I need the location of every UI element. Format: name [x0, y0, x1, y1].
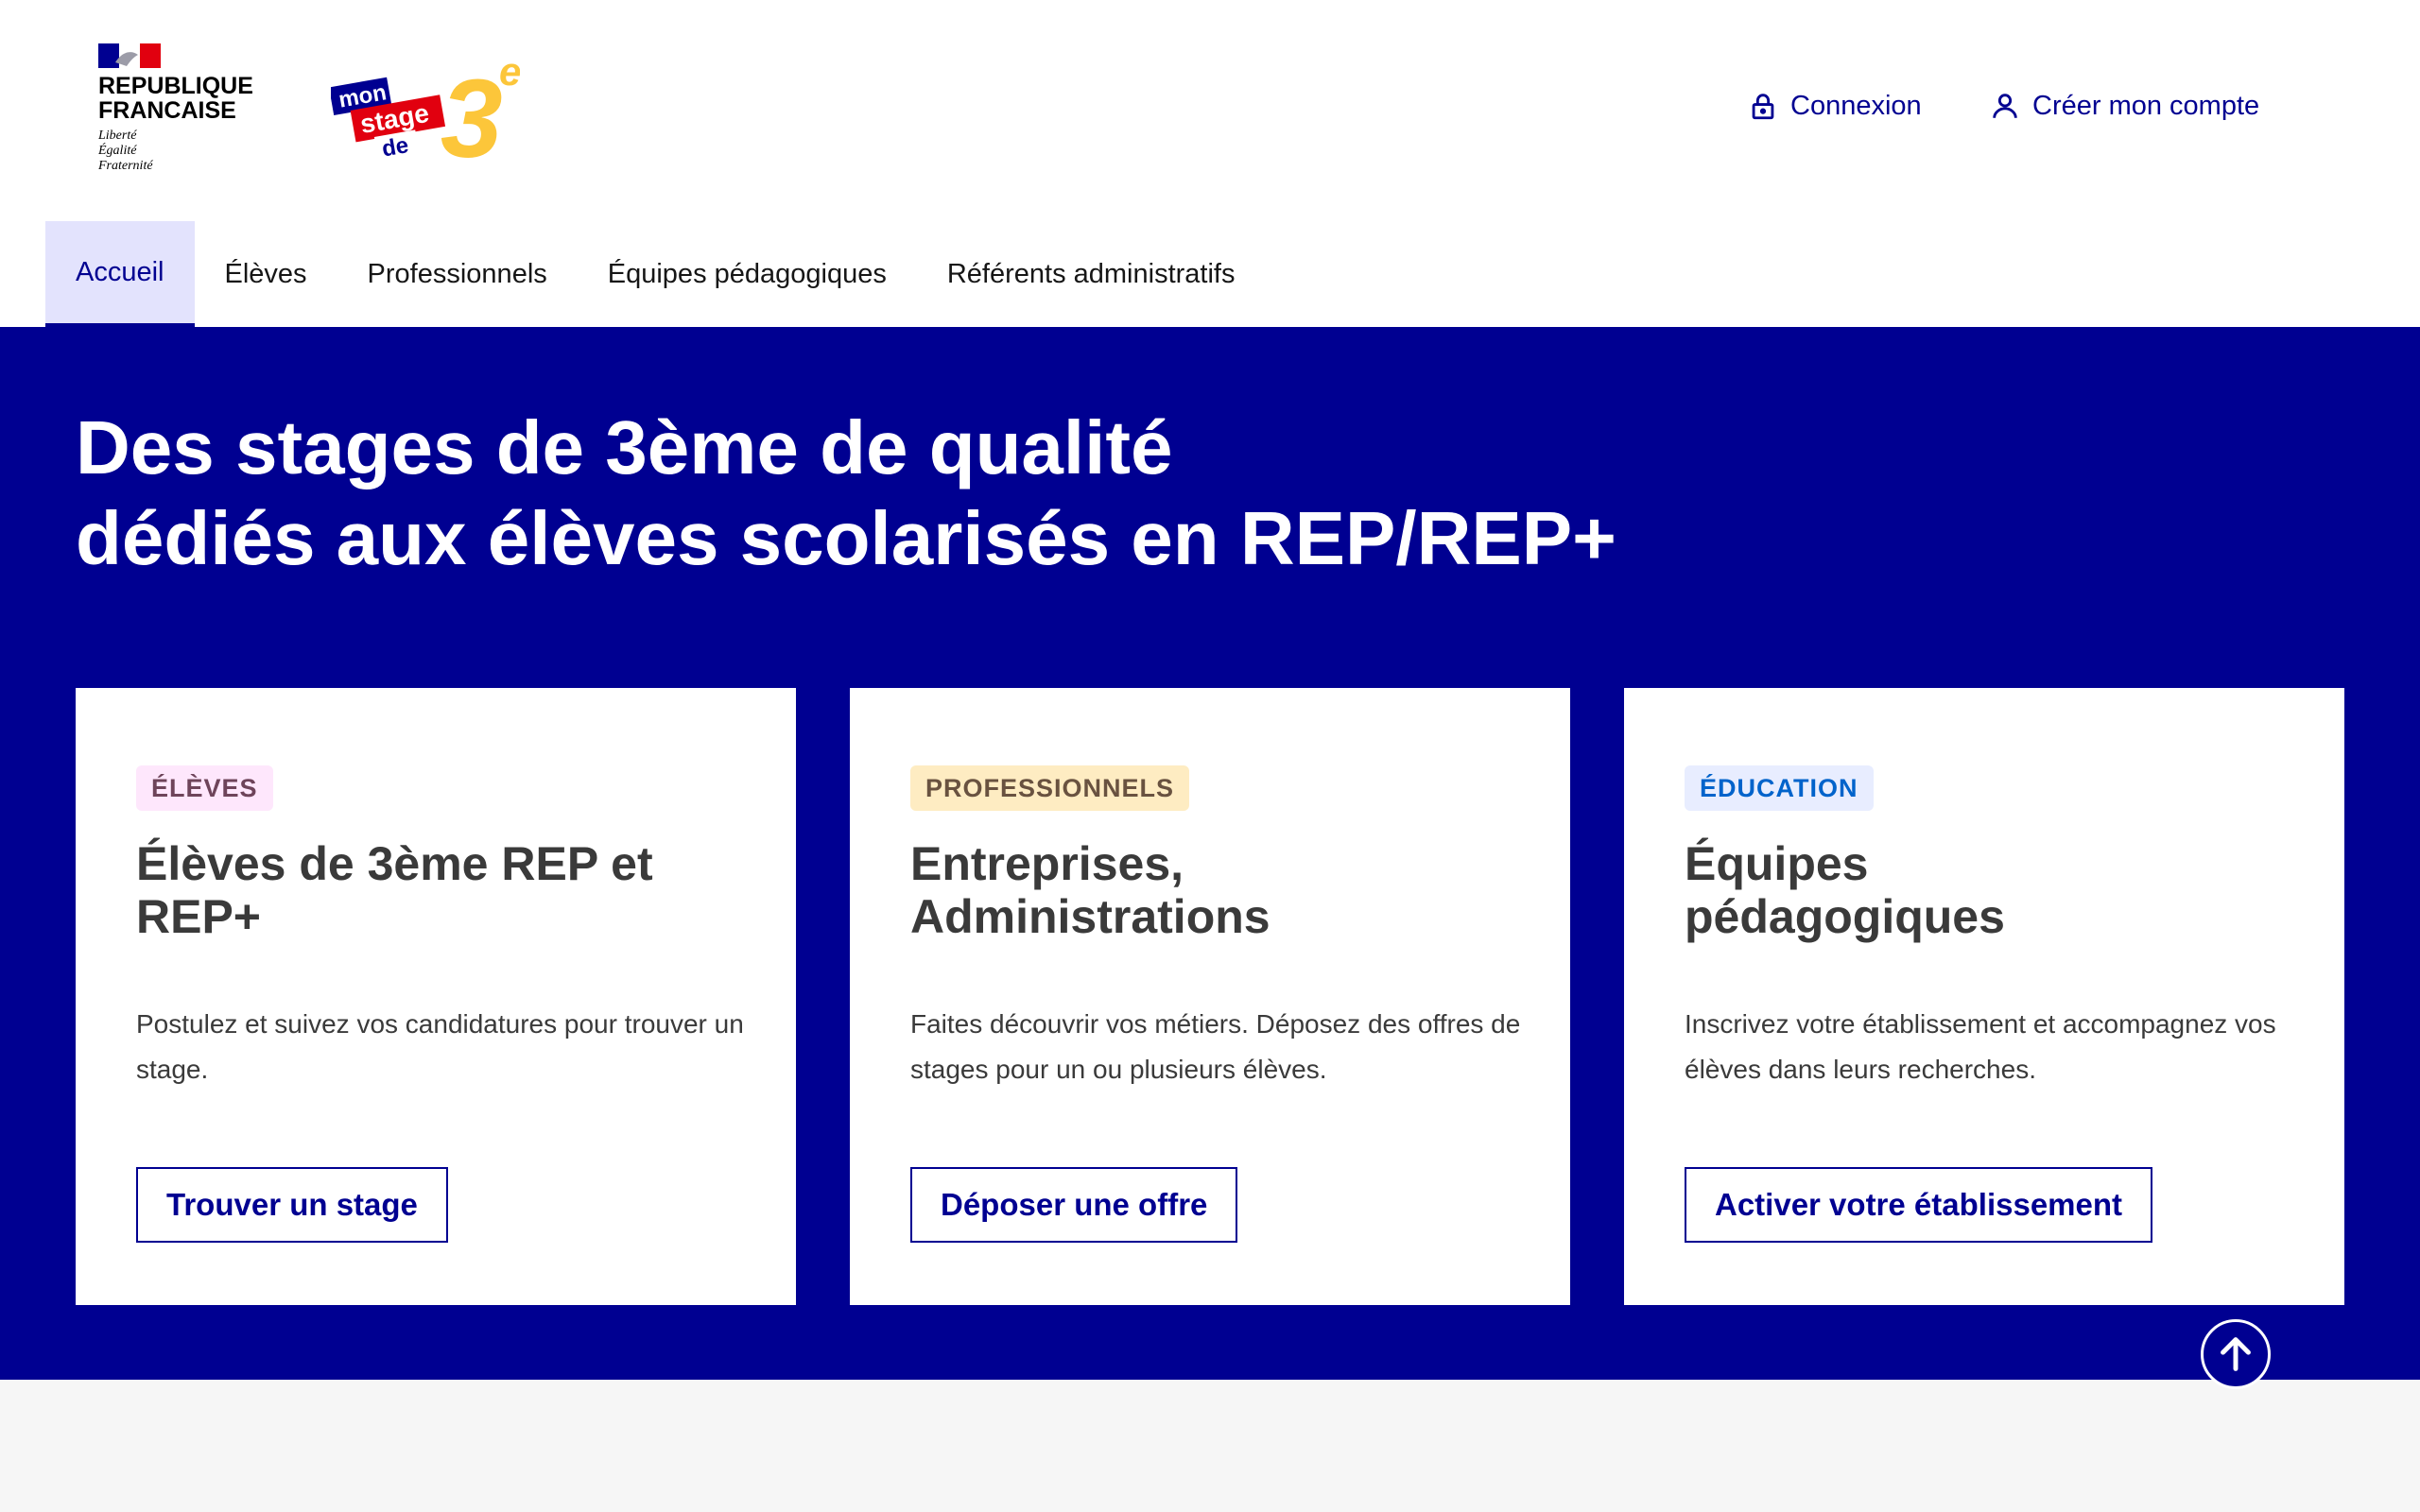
- card-title: Entreprises, Administrations: [910, 837, 1270, 943]
- hero-title: Des stages de 3ème de qualité dédiés aux…: [76, 405, 1616, 580]
- arrow-up-icon: [2221, 1337, 2251, 1371]
- site-header: REPUBLIQUE FRANCAISE Liberté Égalité Fra…: [0, 0, 2420, 327]
- card-description: Inscrivez votre établissement et accompa…: [1685, 1009, 2276, 1084]
- activate-school-button[interactable]: Activer votre établissement: [1685, 1167, 2153, 1243]
- find-internship-button[interactable]: Trouver un stage: [136, 1167, 448, 1243]
- create-account-link[interactable]: Créer mon compte: [1989, 85, 2259, 127]
- card-description: Postulez et suivez vos candidatures pour…: [136, 1009, 744, 1084]
- nav-item-accueil[interactable]: Accueil: [45, 221, 195, 327]
- card-badge: ÉLÈVES: [136, 765, 273, 811]
- nav-item-eleves[interactable]: Élèves: [195, 221, 337, 327]
- card-title: Élèves de 3ème REP et REP+: [136, 837, 653, 943]
- marianne-icon: [98, 43, 161, 68]
- user-icon: [1993, 94, 2017, 118]
- create-account-label: Créer mon compte: [2032, 90, 2260, 121]
- card-eleves: ÉLÈVES Élèves de 3ème REP et REP+ Postul…: [76, 688, 796, 1305]
- logo-suffix: e: [499, 57, 520, 94]
- logo-level: 3: [441, 57, 503, 166]
- mon-stage-de-3e-logo[interactable]: 3 e mon stage de: [331, 57, 520, 166]
- republique-francaise-logo[interactable]: REPUBLIQUE FRANCAISE Liberté Égalité Fra…: [98, 43, 268, 185]
- card-title: Équipes pédagogiques: [1685, 837, 2005, 943]
- card-description: Faites découvrir vos métiers. Déposez de…: [910, 1009, 1521, 1084]
- logo-de: de: [380, 132, 410, 162]
- nav-item-equipes-pedagogiques[interactable]: Équipes pédagogiques: [578, 221, 917, 327]
- republic-name: REPUBLIQUE FRANCAISE: [98, 73, 253, 124]
- post-offer-button[interactable]: Déposer une offre: [910, 1167, 1238, 1243]
- nav-item-professionnels[interactable]: Professionnels: [337, 221, 578, 327]
- republic-motto: Liberté Égalité Fraternité: [98, 129, 153, 173]
- scroll-to-top-button[interactable]: [2201, 1319, 2271, 1389]
- card-professionnels: PROFESSIONNELS Entreprises, Administrati…: [850, 688, 1570, 1305]
- card-education: ÉDUCATION Équipes pédagogiques Inscrivez…: [1624, 688, 2344, 1305]
- login-label: Connexion: [1790, 90, 1922, 121]
- login-link[interactable]: Connexion: [1747, 85, 1922, 127]
- nav-item-referents-administratifs[interactable]: Référents administratifs: [917, 221, 1266, 327]
- card-badge: PROFESSIONNELS: [910, 765, 1190, 811]
- main-navigation: Accueil Élèves Professionnels Équipes pé…: [45, 221, 1265, 327]
- lock-icon: [1752, 94, 1774, 120]
- card-badge: ÉDUCATION: [1685, 765, 1874, 811]
